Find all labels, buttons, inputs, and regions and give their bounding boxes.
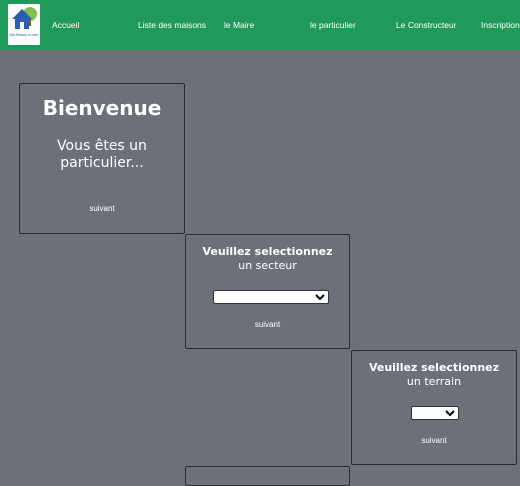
logo-text: Ma Maison à coté <box>9 33 39 37</box>
sector-card: Veuillez selectionnez un secteur suivant <box>185 234 350 349</box>
welcome-subtitle-line1: Vous êtes un <box>57 138 147 154</box>
terrain-next-button[interactable]: suivant <box>352 436 516 445</box>
sector-next-button[interactable]: suivant <box>186 320 349 329</box>
nav-liste-des-maisons[interactable]: Liste des maisons <box>138 20 206 30</box>
sector-title-line1: Veuillez selectionnez <box>202 245 333 258</box>
top-navbar: Ma Maison à coté Accueil Liste des maiso… <box>0 0 520 50</box>
terrain-title-line1: Veuillez selectionnez <box>368 361 500 374</box>
sector-title-line2: un secteur <box>238 259 297 272</box>
site-logo[interactable]: Ma Maison à coté <box>8 4 40 45</box>
welcome-next-button[interactable]: suivant <box>20 204 184 213</box>
welcome-card: Bienvenue Vous êtes un particulier... su… <box>19 83 185 234</box>
terrain-title-line2: un terrain <box>406 375 462 388</box>
welcome-title: Bienvenue <box>42 96 162 120</box>
nav-accueil[interactable]: Accueil <box>52 20 79 30</box>
nav-inscription[interactable]: Inscription <box>481 20 520 30</box>
terrain-card: Veuillez selectionnez un terrain suivant <box>351 350 517 465</box>
next-step-card <box>185 466 350 486</box>
terrain-select[interactable] <box>411 406 459 420</box>
nav-le-particulier[interactable]: le particulier <box>310 20 356 30</box>
nav-le-maire[interactable]: le Maire <box>224 20 254 30</box>
sector-select[interactable] <box>213 290 329 304</box>
house-logo-icon <box>12 7 37 29</box>
welcome-subtitle-line2: particulier... <box>60 155 144 171</box>
nav-le-constructeur[interactable]: Le Constructeur <box>396 20 456 30</box>
